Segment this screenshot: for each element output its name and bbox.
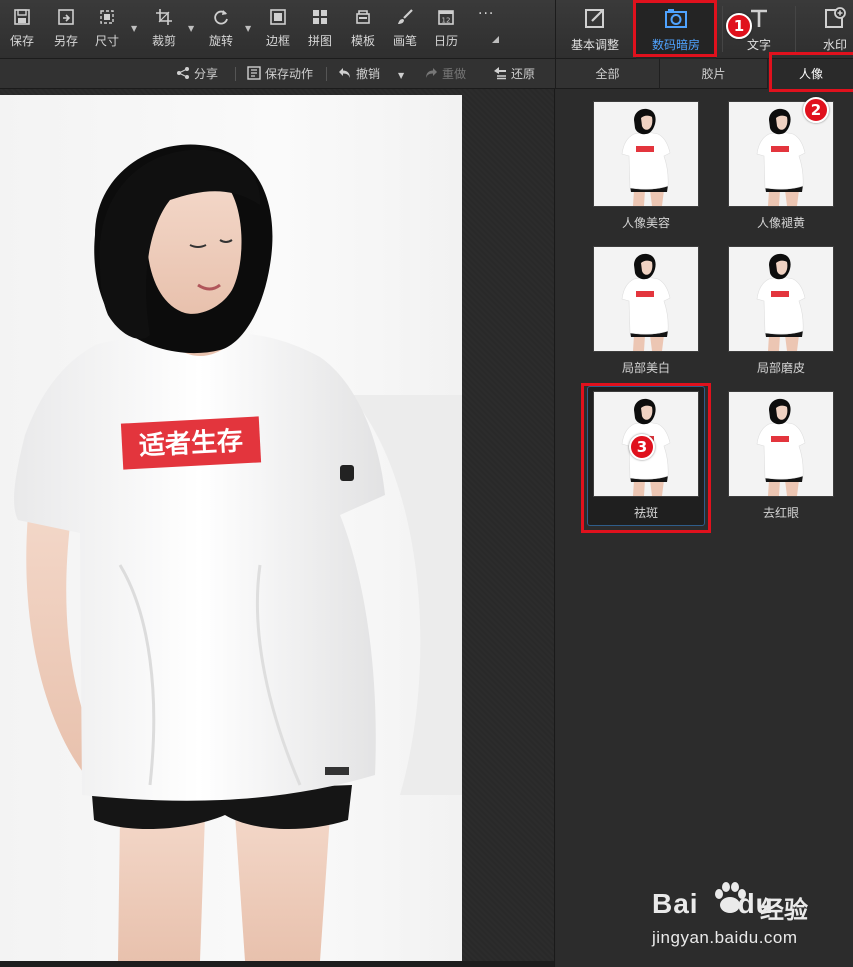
portrait-photo-illustration: 适者生存 xyxy=(14,144,462,961)
effect-label: 局部美白 xyxy=(621,361,670,375)
redo-label: 重做 xyxy=(442,67,467,81)
undo-button[interactable]: 撤销 xyxy=(338,66,380,82)
save-label: 保存 xyxy=(9,34,34,48)
crop-button[interactable]: 裁剪 xyxy=(142,6,186,52)
category-tab-film[interactable]: 胶片 xyxy=(660,59,768,89)
watermark-url: jingyan.baidu.com xyxy=(652,928,798,947)
effect-thumbnail xyxy=(593,246,699,352)
paw-logo-icon xyxy=(715,882,746,913)
annotation-badge-1: 1 xyxy=(726,13,752,39)
resize-icon xyxy=(98,8,116,26)
canvas-area[interactable]: 适者生存 xyxy=(0,89,555,967)
resize-button[interactable]: 尺寸 xyxy=(85,6,129,52)
share-button[interactable]: 分享 xyxy=(176,66,218,82)
tab-separator xyxy=(722,6,723,52)
tab-basic-adjust-label: 基本调整 xyxy=(570,38,619,52)
thumbnail-portrait-illustration xyxy=(594,102,698,206)
resize-label: 尺寸 xyxy=(94,34,119,48)
action-separator xyxy=(235,67,236,81)
tab-watermark-label: 水印 xyxy=(822,38,847,52)
panel-divider xyxy=(554,89,555,967)
baidu-jingyan-watermark: Bai du 经验 jingyan.baidu.com xyxy=(652,878,842,948)
effect-thumbnail xyxy=(728,391,834,497)
annotation-badge-3: 3 xyxy=(629,434,655,460)
rotate-icon xyxy=(212,8,230,26)
crop-icon xyxy=(155,8,173,26)
tab-watermark[interactable]: 水印 xyxy=(802,0,853,59)
tab-text-label: 文字 xyxy=(746,38,771,52)
restore-button[interactable]: 还原 xyxy=(493,66,535,82)
collage-button[interactable]: 拼图 xyxy=(298,6,342,52)
calendar-icon: 12 xyxy=(437,8,455,26)
save-action-icon xyxy=(247,66,261,80)
undo-label: 撤销 xyxy=(356,67,381,81)
action-bar: 分享 保存动作 撤销 ▼ 重做 还原 xyxy=(0,59,555,89)
save-button[interactable]: 保存 xyxy=(0,6,44,52)
category-tab-all[interactable]: 全部 xyxy=(556,59,660,89)
brush-button[interactable]: 画笔 xyxy=(383,6,427,52)
rotate-button[interactable]: 旋转 xyxy=(199,6,243,52)
save-action-button[interactable]: 保存动作 xyxy=(247,66,313,82)
collage-label: 拼图 xyxy=(307,34,332,48)
action-separator xyxy=(326,67,327,81)
save-action-label: 保存动作 xyxy=(265,67,314,81)
border-icon xyxy=(269,8,287,26)
restore-icon xyxy=(493,66,507,80)
redo-button[interactable]: 重做 xyxy=(424,66,466,82)
annotation-badge-2: 2 xyxy=(803,97,829,123)
share-label: 分享 xyxy=(194,67,219,81)
svg-text:12: 12 xyxy=(442,17,451,25)
redo-icon xyxy=(424,66,438,80)
edited-photo: 适者生存 xyxy=(0,95,462,961)
template-button[interactable]: 模板 xyxy=(341,6,385,52)
calendar-label: 日历 xyxy=(433,34,458,48)
save-icon xyxy=(13,8,31,26)
expand-corner-icon[interactable] xyxy=(492,36,499,43)
thumbnail-portrait-illustration xyxy=(729,247,833,351)
border-button[interactable]: 边框 xyxy=(256,6,300,52)
brush-icon xyxy=(396,8,414,26)
rotate-dropdown-icon[interactable]: ▼ xyxy=(245,24,253,33)
effect-thumbnail xyxy=(593,101,699,207)
more-tools-button[interactable]: ··· xyxy=(478,6,508,22)
share-icon xyxy=(176,66,190,80)
collage-icon xyxy=(311,8,329,26)
brush-label: 画笔 xyxy=(392,34,417,48)
calendar-button[interactable]: 12 日历 xyxy=(424,6,468,52)
resize-dropdown-icon[interactable]: ▼ xyxy=(131,24,139,33)
save-as-icon xyxy=(57,8,75,26)
save-as-label: 另存 xyxy=(53,34,78,48)
effect-thumbnail xyxy=(728,246,834,352)
undo-icon xyxy=(338,66,352,80)
crop-dropdown-icon[interactable]: ▼ xyxy=(188,24,196,33)
template-icon xyxy=(354,8,372,26)
effect-local-smoothing[interactable]: 局部磨皮 xyxy=(727,246,835,382)
effect-label: 局部磨皮 xyxy=(756,361,805,375)
annotation-box-portrait-tab xyxy=(769,52,853,92)
horizontal-scrollbar[interactable] xyxy=(0,961,555,967)
main-toolbar: 保存 另存 尺寸 ▼ 裁剪 ▼ 旋转 ▼ 边框 拼图 模板 画笔 12 日历 ·… xyxy=(0,0,555,59)
save-as-button[interactable]: 另存 xyxy=(44,6,88,52)
effect-local-whitening[interactable]: 局部美白 xyxy=(592,246,700,382)
undo-dropdown-icon[interactable]: ▼ xyxy=(398,68,404,84)
shirt-print-text: 适者生存 xyxy=(138,426,243,461)
border-label: 边框 xyxy=(265,34,290,48)
effect-red-eye-removal[interactable]: 去红眼 xyxy=(727,391,835,527)
restore-label: 还原 xyxy=(511,67,536,81)
effect-label: 人像美容 xyxy=(621,216,670,230)
crop-label: 裁剪 xyxy=(151,34,176,48)
rotate-label: 旋转 xyxy=(208,34,233,48)
annotation-box-darkroom-tab xyxy=(633,0,717,57)
thumbnail-portrait-illustration xyxy=(729,392,833,496)
effect-label: 去红眼 xyxy=(762,506,799,520)
watermark-jingyan: 经验 xyxy=(760,896,808,924)
effect-portrait-beauty[interactable]: 人像美容 xyxy=(592,101,700,237)
watermark-icon xyxy=(823,6,847,30)
tab-separator xyxy=(795,6,796,52)
basic-adjust-icon xyxy=(583,6,607,30)
template-label: 模板 xyxy=(350,34,375,48)
tab-basic-adjust[interactable]: 基本调整 xyxy=(562,0,628,59)
effect-label: 人像褪黄 xyxy=(756,216,805,230)
thumbnail-portrait-illustration xyxy=(594,247,698,351)
